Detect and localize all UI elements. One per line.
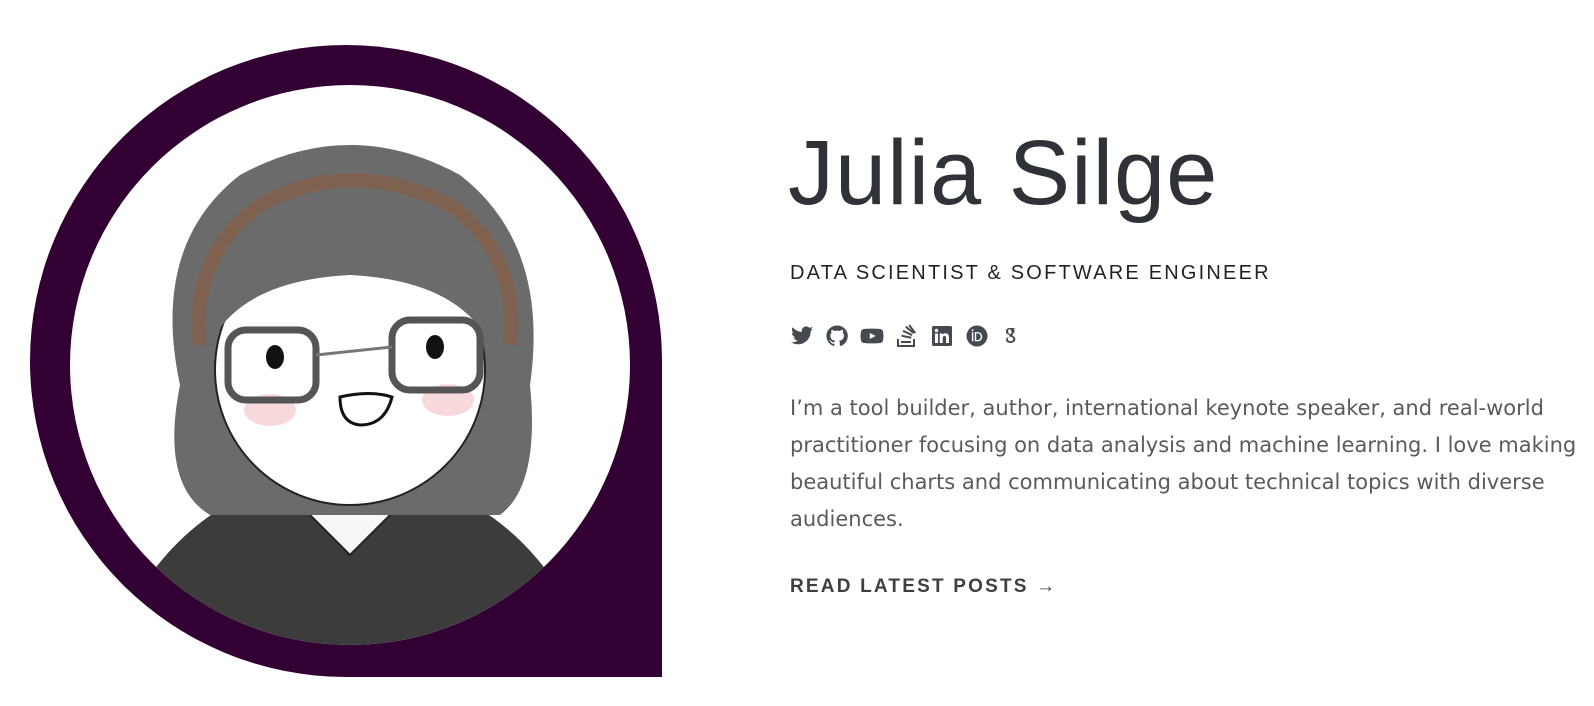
read-latest-posts-link[interactable]: READ LATEST POSTS → [790, 576, 1057, 598]
youtube-icon [860, 328, 884, 344]
job-title: DATA SCIENTIST & SOFTWARE ENGINEER [790, 262, 1271, 284]
page-title: Julia Silge [788, 122, 1219, 224]
avatar-illustration [70, 85, 630, 645]
avatar [30, 45, 662, 677]
google-scholar-icon [1005, 328, 1016, 343]
github-icon [826, 325, 848, 347]
stackoverflow-icon [897, 324, 916, 347]
twitter-icon [791, 326, 813, 345]
twitter-link[interactable] [790, 324, 814, 348]
stackoverflow-link[interactable] [895, 324, 919, 348]
orcid-icon [966, 325, 988, 347]
google-scholar-link[interactable] [1000, 324, 1024, 348]
social-links [790, 324, 1024, 348]
hero-section: Julia Silge DATA SCIENTIST & SOFTWARE EN… [0, 0, 1594, 706]
bio-text: I’m a tool builder, author, internationa… [790, 396, 1577, 531]
linkedin-icon [932, 326, 952, 346]
linkedin-link[interactable] [930, 324, 954, 348]
orcid-link[interactable] [965, 324, 989, 348]
github-link[interactable] [825, 324, 849, 348]
youtube-link[interactable] [860, 324, 884, 348]
